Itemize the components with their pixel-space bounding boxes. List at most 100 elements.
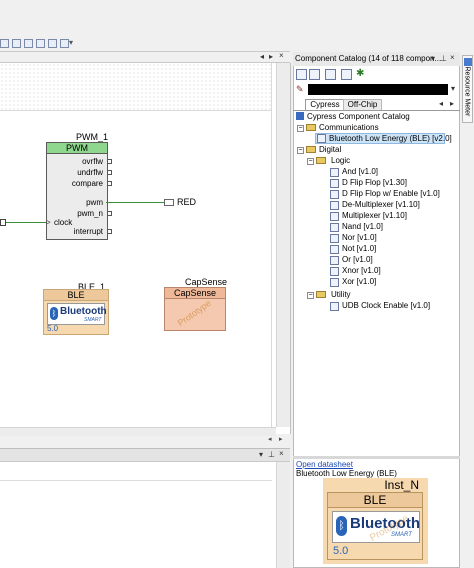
tab-scroll-left-icon[interactable]: ◂ — [260, 52, 264, 61]
ble-component[interactable]: BLE ᛒ Bluetooth SMART 5.0 — [43, 289, 109, 335]
pin-label-interrupt: interrupt — [73, 227, 103, 236]
resource-meter-tab[interactable]: Resource Meter — [462, 55, 473, 123]
align-middle-icon[interactable] — [48, 39, 57, 48]
tree-item-de-multiplexer[interactable]: De-Multiplexer [v1.10] — [342, 200, 420, 209]
output-panel-row — [0, 462, 272, 481]
sort-icon[interactable] — [325, 69, 336, 80]
terminal-pwm-n[interactable] — [107, 211, 112, 216]
tree-logic[interactable]: Logic — [331, 156, 350, 165]
expand-digital-icon[interactable]: − — [297, 147, 304, 154]
tree-item-xor[interactable]: Xor [v1.0] — [342, 277, 376, 286]
tree-digital[interactable]: Digital — [319, 145, 341, 154]
schematic-grid — [0, 63, 272, 111]
preview-ble-symbol: BLE ᛒ Bluetooth SMART 5.0 Prototype — [327, 492, 423, 560]
terminal-ovrflw[interactable] — [107, 159, 112, 164]
component-icon — [330, 223, 339, 232]
tree-item-d-flip-flop-enable[interactable]: D Flip Flop w/ Enable [v1.0] — [342, 189, 440, 198]
search-dropdown-icon[interactable]: ▾ — [451, 84, 455, 93]
align-right-icon[interactable] — [24, 39, 33, 48]
meter-icon — [464, 58, 472, 66]
catalog-title: Component Catalog (14 of 118 compon... — [295, 54, 442, 63]
tab-divider — [293, 110, 460, 111]
page-border — [0, 110, 272, 111]
expand-utility-icon[interactable]: − — [307, 292, 314, 299]
terminal-compare[interactable] — [107, 181, 112, 186]
tab-scroll-left[interactable]: ◂ — [439, 99, 443, 108]
group-icon[interactable] — [309, 69, 320, 80]
pin-label-undrflw: undrflw — [77, 168, 103, 177]
distribute-icon[interactable] — [60, 39, 69, 48]
open-datasheet-link[interactable]: Open datasheet — [296, 460, 353, 469]
folder-icon — [316, 291, 326, 298]
capsense-type-header: CapSense — [165, 288, 225, 299]
prototype-watermark: Prototype — [175, 297, 213, 329]
preview-ble-header: BLE — [328, 493, 422, 508]
capsense-component[interactable]: CapSense Prototype — [164, 287, 226, 331]
tree-item-not[interactable]: Not [v1.0] — [342, 244, 376, 253]
refresh-icon[interactable] — [341, 69, 352, 80]
output-panel[interactable] — [0, 462, 290, 568]
pin-label-ovrflw: ovrflw — [82, 157, 103, 166]
tree-item-or[interactable]: Or [v1.0] — [342, 255, 373, 264]
scroll-left-icon[interactable]: ◂ — [268, 435, 272, 443]
catalog-root[interactable]: Cypress Component Catalog — [307, 112, 410, 121]
catalog-pin-icon[interactable]: ⊥ — [440, 54, 447, 63]
terminal-interrupt[interactable] — [107, 229, 112, 234]
align-top-icon[interactable] — [36, 39, 45, 48]
tree-item-nand[interactable]: Nand [v1.0] — [342, 222, 383, 231]
schematic-canvas[interactable]: PWM_1 PWM ovrflw undrflw compare pwm pwm… — [0, 63, 291, 436]
tree-utility[interactable]: Utility — [331, 290, 351, 299]
output-panel-titlebar: ▾ ⊥ × — [0, 448, 290, 462]
view-icon[interactable] — [296, 69, 307, 80]
panel-close-icon[interactable]: × — [279, 449, 284, 458]
pin-label-pwm: pwm — [86, 198, 103, 207]
pwm-type-header: PWM — [47, 143, 107, 154]
tree-item-nor[interactable]: Nor [v1.0] — [342, 233, 377, 242]
settings-icon[interactable]: ✱ — [356, 68, 364, 79]
top-toolbar: ▾ — [0, 0, 474, 52]
search-input[interactable] — [308, 84, 448, 95]
wire-clock[interactable] — [6, 222, 46, 223]
output-vertical-scrollbar[interactable] — [276, 462, 290, 568]
tab-scroll-right-icon[interactable]: ▸ — [269, 52, 273, 61]
tree-item-udb-clock-enable[interactable]: UDB Clock Enable [v1.0] — [342, 301, 430, 310]
schematic-horizontal-scrollbar[interactable] — [0, 427, 276, 436]
component-icon — [330, 245, 339, 254]
catalog-titlebar: Component Catalog (14 of 118 compon... ▾… — [293, 52, 460, 66]
folder-icon — [316, 157, 326, 164]
catalog-close-icon[interactable]: × — [450, 53, 455, 62]
capsense-instance-name: CapSense — [185, 277, 228, 287]
tree-item-xnor[interactable]: Xnor [v1.0] — [342, 266, 381, 275]
tab-scroll-right[interactable]: ▸ — [450, 99, 454, 108]
schematic-vertical-scrollbar[interactable] — [276, 63, 290, 427]
expand-communications-icon[interactable]: − — [297, 125, 304, 132]
close-icon[interactable]: × — [279, 51, 284, 60]
tree-item-d-flip-flop[interactable]: D Flip Flop [v1.30] — [342, 178, 407, 187]
pin-label-compare: compare — [71, 179, 103, 188]
tree-item-ble[interactable]: Bluetooth Low Energy (BLE) [v2.0] — [329, 134, 452, 143]
catalog-dropdown-icon[interactable]: ▾ — [431, 54, 435, 63]
toolbar-overflow-icon[interactable]: ▾ — [69, 38, 73, 47]
pin-label-pwm-n: pwm_n — [77, 209, 103, 218]
expand-logic-icon[interactable]: − — [307, 158, 314, 165]
component-icon — [330, 267, 339, 276]
wire-pwm-to-red[interactable] — [106, 202, 164, 203]
catalog-root-icon — [296, 112, 304, 120]
red-pin-symbol[interactable] — [164, 199, 174, 206]
align-left-icon[interactable] — [0, 39, 9, 48]
terminal-undrflw[interactable] — [107, 170, 112, 175]
resource-meter-side-panel: Resource Meter — [461, 52, 474, 568]
pin-icon[interactable]: ⊥ — [268, 450, 275, 459]
tree-communications[interactable]: Communications — [319, 123, 379, 132]
tree-item-and[interactable]: And [v1.0] — [342, 167, 378, 176]
tree-item-multiplexer[interactable]: Multiplexer [v1.10] — [342, 211, 407, 220]
preview-caption: Bluetooth Low Energy (BLE) — [296, 469, 397, 478]
pwm-instance-name: PWM_1 — [76, 132, 109, 142]
catalog-splitter[interactable] — [293, 456, 460, 459]
component-icon — [330, 302, 339, 311]
panel-dropdown-icon[interactable]: ▾ — [259, 450, 263, 459]
align-center-icon[interactable] — [12, 39, 21, 48]
bluetooth-text: Bluetooth — [60, 306, 107, 317]
clock-source-symbol[interactable] — [0, 219, 6, 226]
scroll-right-icon[interactable]: ▸ — [279, 435, 283, 443]
